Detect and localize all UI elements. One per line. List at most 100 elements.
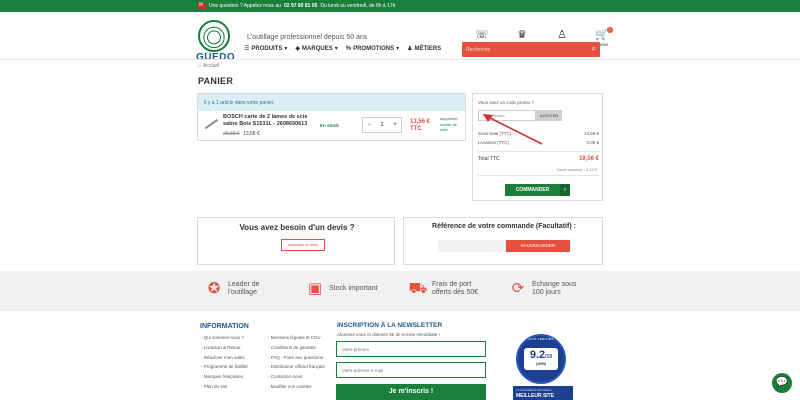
subscribe-button[interactable]: Je m'inscris !	[336, 384, 486, 400]
product-image[interactable]	[203, 116, 219, 132]
save-reference-button[interactable]: SAUVEGARDER	[506, 240, 570, 252]
nav-item-trades[interactable]: ♟ MÉTIERS	[407, 45, 442, 53]
stock-status: En stock	[320, 123, 339, 128]
logo-emblem-icon	[198, 20, 230, 52]
chat-bubble-icon: 💬	[775, 377, 789, 388]
footer-link[interactable]: Conditions de garantie	[268, 345, 325, 355]
tagline: L'outillage professionnel depuis 50 ans	[247, 34, 368, 41]
old-price: 20,80 €	[223, 131, 240, 137]
product-name[interactable]: BOSCH carte de 2 lames de scie sabre Boi…	[223, 114, 318, 128]
total-value: 19,56 €	[578, 156, 599, 162]
main-nav: ☰ PRODUITS ▾ ◆ MARQUES ▾ % PROMOTIONS ▾ ♟ MÉTIE…	[244, 45, 442, 53]
order-reference-title: Référence de votre commande (Facultatif)…	[432, 223, 576, 230]
nav-label: MÉTIERS	[414, 45, 442, 52]
footer-link[interactable]: Livraison & Retour	[201, 345, 248, 355]
best-site-badge[interactable]: CLASSEMENT NATIONAL MEILLEUR SITE	[513, 386, 573, 400]
footer-links-col1: Qui sommes-nous ? Livraison & Retour Réa…	[201, 335, 248, 394]
nav-item-promotions[interactable]: % PROMOTIONS ▾	[345, 45, 400, 53]
nav-label: MARQUES	[302, 45, 333, 52]
search-icon[interactable]: ⌕	[592, 44, 596, 54]
feature-line2: l'outillage	[228, 289, 257, 296]
total-label: Total TTC	[478, 156, 500, 162]
logo-text: GUEDO	[196, 52, 236, 63]
quote-box: Vous avez besoin d'un devis ? demander u…	[197, 217, 395, 265]
crown-icon: ♛	[517, 29, 527, 41]
percent-icon: %	[345, 45, 352, 52]
page-title: PANIER	[198, 76, 234, 86]
save-for-later-link[interactable]: mettre de côté	[440, 122, 465, 133]
warehouse-icon: ▣	[307, 280, 323, 297]
feature-line1: Stock important	[329, 285, 378, 292]
nav-item-brands[interactable]: ◆ MARQUES ▾	[295, 45, 338, 53]
footer-link[interactable]: Plan du site	[201, 384, 248, 394]
topbar-text: Une question ? Appelez nous au	[209, 3, 281, 9]
footer-link[interactable]: Réactiver mon outils	[201, 355, 248, 365]
nav-item-products[interactable]: ☰ PRODUITS ▾	[244, 45, 288, 53]
chevron-down-icon: ▾	[334, 46, 338, 52]
footer-link[interactable]: Mentions légales et CGV	[268, 335, 325, 345]
line-total: 13,56 € TTC	[410, 119, 430, 133]
annotation-arrow-icon	[483, 114, 543, 145]
breadcrumb: ⌂ Accueil	[198, 63, 219, 69]
cart-count-banner: Il y a 1 article dans votre panier.	[198, 94, 465, 111]
chevron-down-icon: ▾	[396, 46, 400, 52]
menu-icon: ☰	[244, 46, 250, 52]
quantity-stepper: − 1 +	[362, 117, 402, 133]
footer-link[interactable]: FAQ - Foire aux questions	[268, 355, 325, 365]
footer-link[interactable]: Qui sommes-nous ?	[201, 335, 248, 345]
quantity-value[interactable]: 1	[376, 122, 388, 128]
footer-info-title: INFORMATION	[200, 323, 249, 330]
footer-link[interactable]: Marques françaises	[201, 374, 248, 384]
chat-button[interactable]: 💬	[772, 373, 792, 393]
line-total-suffix: TTC	[410, 126, 422, 132]
seal-ring-text: AVIS VÉRIFIÉS	[528, 337, 554, 341]
checkout-label: COMMANDER	[515, 187, 550, 193]
footer-link[interactable]: Programme de fidélité	[201, 364, 248, 374]
footer-link[interactable]: Distributeur officiel français	[268, 364, 325, 374]
request-quote-button[interactable]: demander un devis	[281, 239, 325, 251]
feature-leader: ✪ Leader de l'outillage	[204, 279, 260, 299]
promo-label: Vous avez un code promo ?	[478, 100, 534, 105]
summary-divider	[478, 151, 599, 152]
subtotal-value: 13,56 €	[583, 131, 599, 136]
footer-link[interactable]: Contactez-nous	[268, 374, 325, 384]
line-total-value: 13,56 €	[410, 119, 431, 125]
email-field[interactable]	[336, 362, 486, 378]
item-actions: supprimer mettre de côté	[440, 116, 465, 133]
newsletter-title: INSCRIPTION À LA NEWSLETTER	[337, 322, 443, 329]
seal-score-value: 9.2	[529, 349, 546, 361]
exchange-icon: ⟳	[511, 280, 525, 297]
order-reference-input[interactable]	[438, 240, 506, 252]
increase-button[interactable]: +	[389, 122, 401, 128]
breadcrumb-home[interactable]: Accueil	[203, 63, 219, 69]
newsletter-subtitle: Abonnez-vous et obtenez 5€ de remise imm…	[337, 332, 440, 337]
topbar-phone[interactable]: 02 97 60 81 05	[284, 3, 317, 9]
chevron-down-icon: ▾	[284, 46, 288, 52]
header-divider	[0, 59, 800, 60]
nav-label: PROMOTIONS	[353, 45, 395, 52]
feature-line2: offerts dès 50€	[432, 289, 479, 296]
features-strip: ✪ Leader de l'outillage ▣ Stock important…	[0, 271, 800, 311]
footer-link[interactable]: Modifier vos cookies	[268, 384, 325, 394]
firstname-field[interactable]	[336, 341, 486, 357]
search-input[interactable]	[466, 44, 576, 55]
truck-icon: ⛟	[408, 280, 428, 297]
decrease-button[interactable]: −	[363, 122, 375, 128]
summary-divider	[478, 175, 599, 176]
quote-title: Vous avez besoin d'un devis ?	[239, 223, 355, 232]
reviews-seal[interactable]: AVIS VÉRIFIÉS 9.2/10 (1999)	[516, 334, 566, 384]
nav-label: PRODUITS	[251, 45, 283, 52]
cart-items: Il y a 1 article dans votre panier. BOSC…	[197, 93, 466, 141]
feature-line2: 100 jours	[532, 289, 561, 296]
checkout-button[interactable]: COMMANDER ›	[505, 184, 570, 196]
footer-links-col2: Mentions légales et CGV Conditions de ga…	[268, 335, 325, 394]
order-reference-box: Référence de votre commande (Facultatif)…	[403, 217, 603, 265]
seal-score-max: /10	[545, 354, 553, 360]
total-row: Total TTC 19,56 €	[478, 156, 599, 162]
shipping-value: 0,00 €	[586, 140, 599, 145]
remove-item-link[interactable]: supprimer	[440, 116, 458, 121]
product-price: 20,80 € 13,56 €	[223, 131, 260, 137]
feature-line1: Frais de port	[432, 281, 472, 288]
feature-stock: ▣ Stock important	[305, 279, 378, 299]
feature-line1: Leader de	[228, 281, 260, 288]
